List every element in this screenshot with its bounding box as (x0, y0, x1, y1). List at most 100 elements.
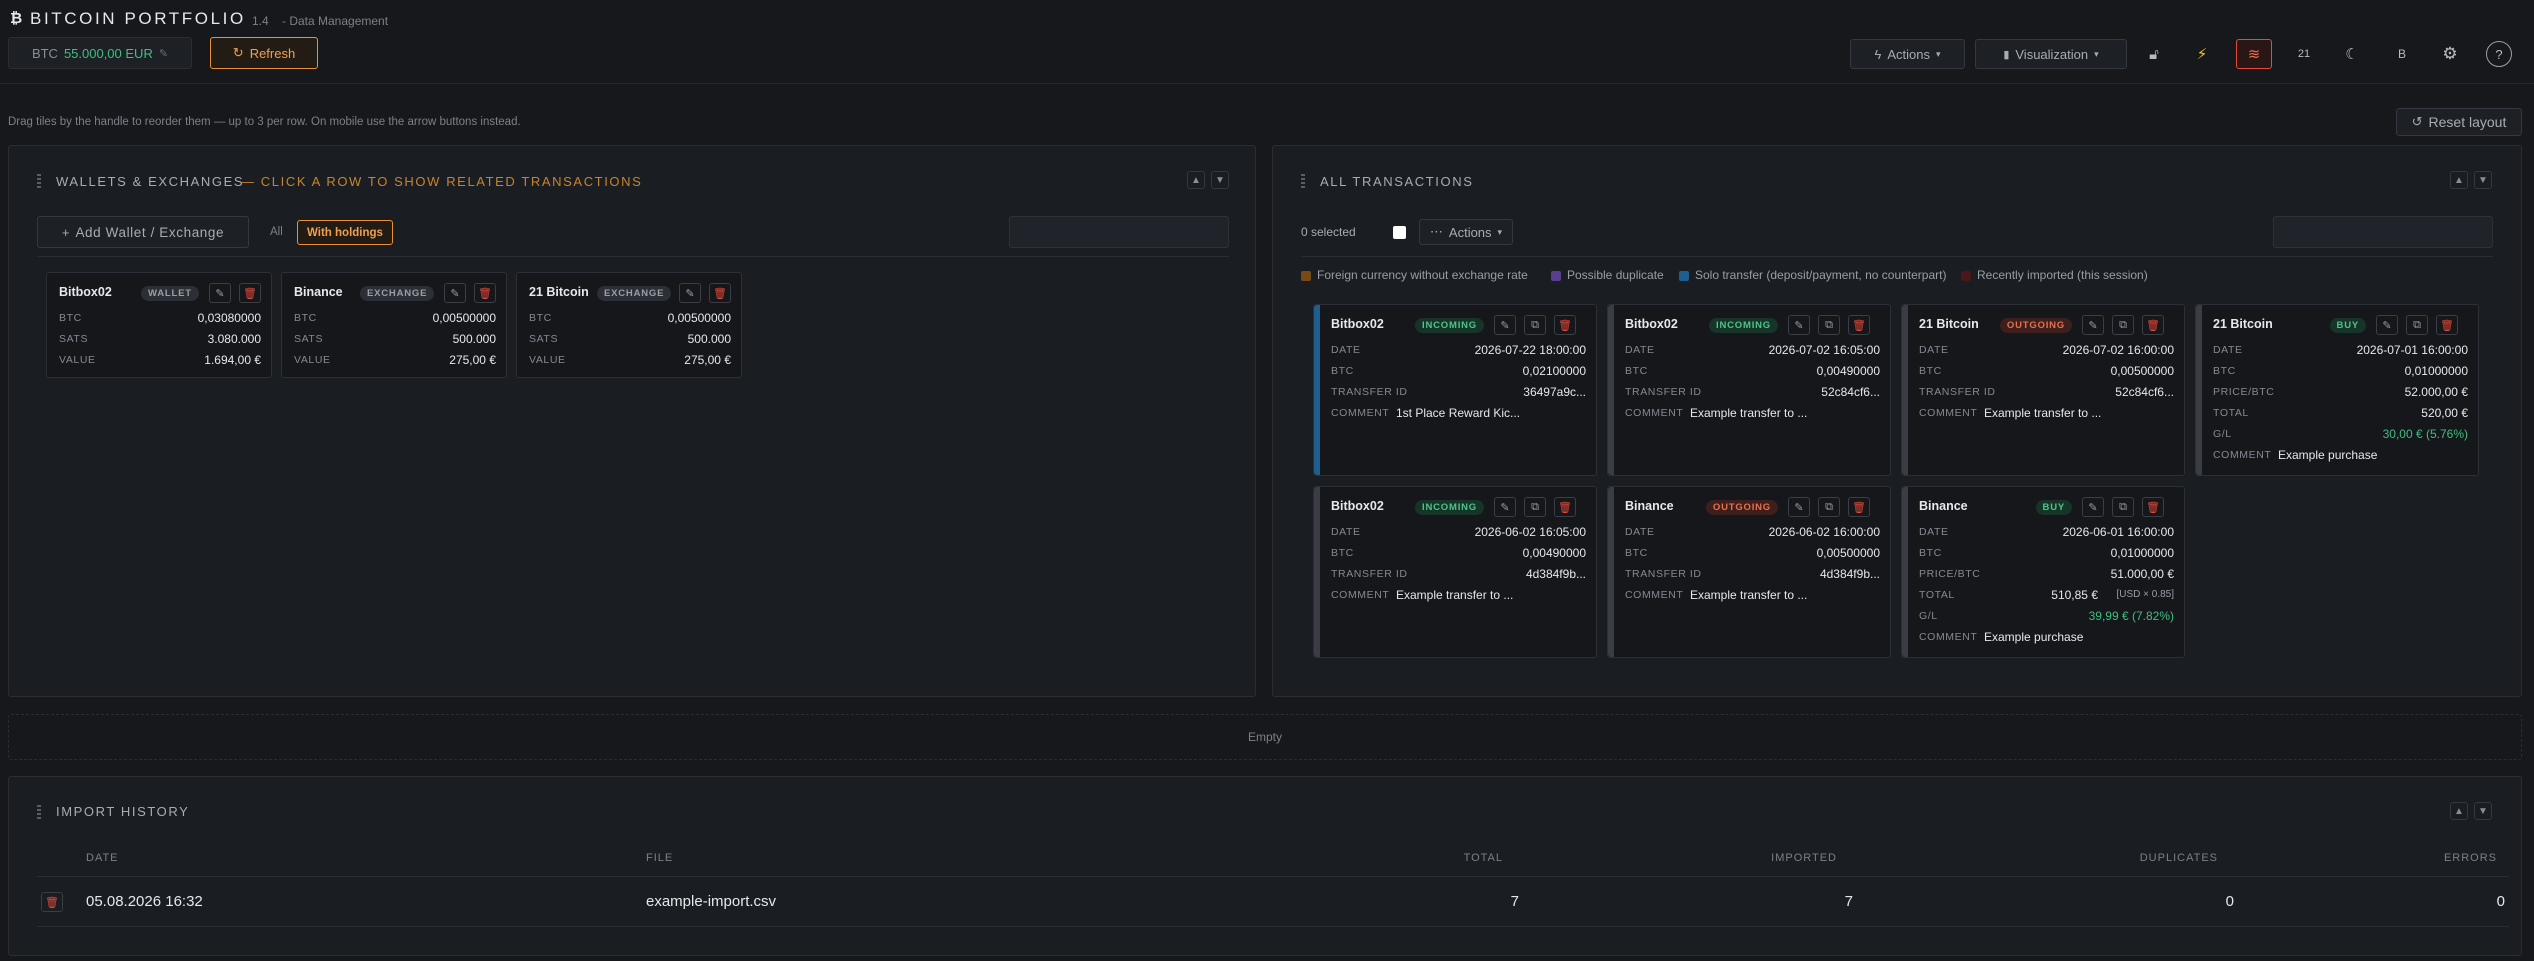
delete-icon[interactable]: 🗑︎ (1848, 497, 1870, 517)
duplicate-icon[interactable]: ⧉ (2112, 497, 2134, 517)
reset-layout-button[interactable]: ↺ Reset layout (2396, 108, 2522, 136)
legend-swatch (1301, 271, 1311, 281)
wallet-field-row: VALUE 275,00 € (294, 353, 496, 369)
btc-price-display[interactable]: BTC 55.000,00 EUR ✎ (8, 37, 192, 69)
wallet-card[interactable]: 21 Bitcoin EXCHANGE ✎ 🗑︎ BTC 0,00500000 SATS 50… (516, 272, 742, 378)
transaction-card[interactable]: Binance BUY ✎ ⧉ 🗑︎ DATE 2026-06-01 16:00:00 BTC… (1901, 486, 2185, 658)
block-height-button[interactable]: 21 (2290, 40, 2318, 68)
visualization-dropdown[interactable]: ▮ Visualization ▾ (1975, 39, 2127, 69)
delete-icon[interactable]: 🗑︎ (474, 283, 496, 303)
duplicate-icon[interactable]: ⧉ (1818, 497, 1840, 517)
transaction-field-row: G/L 30,00 € (5.76%) (2213, 427, 2468, 443)
edit-icon[interactable]: ✎ (209, 283, 231, 303)
header-actions-dropdown[interactable]: ϟ Actions ▾ (1850, 39, 1965, 69)
field-value: 51.000,00 € (2110, 567, 2174, 581)
transactions-actions-label: Actions (1448, 224, 1492, 240)
wifi-off-icon[interactable]: ≋ (2236, 39, 2272, 69)
duplicate-icon[interactable]: ⧉ (2112, 315, 2134, 335)
wallet-card[interactable]: Binance EXCHANGE ✎ 🗑︎ BTC 0,00500000 SATS 500.0… (281, 272, 507, 378)
delete-icon[interactable]: 🗑︎ (239, 283, 261, 303)
transaction-card[interactable]: Bitbox02 INCOMING ✎ ⧉ 🗑︎ DATE 2026-07-22 18:00… (1313, 304, 1597, 476)
transaction-field-row: DATE 2026-07-01 16:00:00 (2213, 343, 2468, 359)
transaction-field-row: DATE 2026-07-02 16:00:00 (1919, 343, 2174, 359)
transaction-card[interactable]: Bitbox02 INCOMING ✎ ⧉ 🗑︎ DATE 2026-07-02 16:05… (1607, 304, 1891, 476)
help-icon[interactable]: ? (2486, 41, 2512, 67)
field-label: VALUE (294, 354, 331, 366)
transaction-field-row: TRANSFER ID 4d384f9b... (1625, 567, 1880, 583)
edit-icon[interactable]: ✎ (1788, 497, 1810, 517)
transactions-search-input[interactable] (2273, 216, 2493, 248)
delete-import-icon[interactable]: 🗑︎ (41, 892, 63, 912)
edit-icon[interactable]: ✎ (1494, 315, 1516, 335)
filter-with-holdings[interactable]: With holdings (297, 220, 393, 245)
transaction-card[interactable]: Binance OUTGOING ✎ ⧉ 🗑︎ DATE 2026-06-02 16:00:… (1607, 486, 1891, 658)
field-value: Example transfer to ... (1690, 406, 1808, 420)
delete-icon[interactable]: 🗑︎ (709, 283, 731, 303)
lock-icon[interactable]: 🔓︎ (2140, 40, 2168, 68)
transaction-field-row: DATE 2026-06-02 16:00:00 (1625, 525, 1880, 541)
field-value: 52c84cf6... (2115, 385, 2174, 399)
delete-icon[interactable]: 🗑︎ (2142, 497, 2164, 517)
visualization-label: Visualization (2015, 46, 2089, 62)
dark-mode-icon[interactable]: ☾ (2338, 40, 2366, 68)
edit-icon[interactable]: ✎ (2082, 315, 2104, 335)
filter-all[interactable]: All (270, 226, 283, 238)
move-down-icon[interactable]: ▼ (2474, 802, 2492, 820)
drag-handle-icon[interactable] (1301, 174, 1305, 188)
field-label: BTC (1919, 547, 1942, 559)
duplicate-icon[interactable]: ⧉ (1524, 315, 1546, 335)
drag-handle-icon[interactable] (37, 805, 41, 819)
edit-icon[interactable]: ✎ (679, 283, 701, 303)
wallet-card[interactable]: Bitbox02 WALLET ✎ 🗑︎ BTC 0,03080000 SATS 3.080.… (46, 272, 272, 378)
settings-gear-icon[interactable]: ⚙ (2436, 40, 2464, 68)
add-wallet-label: Add Wallet / Exchange (75, 224, 225, 240)
transaction-field-row: DATE 2026-06-01 16:00:00 (1919, 525, 2174, 541)
delete-icon[interactable]: 🗑︎ (2436, 315, 2458, 335)
field-value: 510,85 € (2051, 588, 2098, 602)
duplicate-icon[interactable]: ⧉ (1524, 497, 1546, 517)
field-value: Example purchase (1984, 630, 2084, 644)
unit-toggle-button[interactable]: B (2388, 40, 2416, 68)
field-value: 3.080.000 (207, 332, 261, 346)
legend-label: Recently imported (this session) (1977, 268, 2148, 282)
delete-icon[interactable]: 🗑︎ (1554, 497, 1576, 517)
wallet-field-row: SATS 500.000 (294, 332, 496, 348)
field-value: Example transfer to ... (1984, 406, 2102, 420)
import-duplicates: 0 (2225, 893, 2234, 910)
lightning-toggle-icon[interactable]: ⚡︎ (2188, 40, 2216, 68)
delete-icon[interactable]: 🗑︎ (1554, 315, 1576, 335)
move-up-icon[interactable]: ▲ (2450, 802, 2468, 820)
refresh-button[interactable]: ↻ Refresh (210, 37, 318, 69)
card-stripe (1314, 487, 1320, 657)
duplicate-icon[interactable]: ⧉ (1818, 315, 1840, 335)
add-wallet-button[interactable]: + Add Wallet / Exchange (37, 216, 249, 248)
edit-icon[interactable]: ✎ (2376, 315, 2398, 335)
wallets-search-input[interactable] (1009, 216, 1229, 248)
transaction-card[interactable]: Bitbox02 INCOMING ✎ ⧉ 🗑︎ DATE 2026-06-02 16:05… (1313, 486, 1597, 658)
edit-price-icon[interactable]: ✎ (159, 47, 168, 60)
edit-icon[interactable]: ✎ (1788, 315, 1810, 335)
delete-icon[interactable]: 🗑︎ (1848, 315, 1870, 335)
card-stripe (1902, 305, 1908, 475)
edit-icon[interactable]: ✎ (2082, 497, 2104, 517)
duplicate-icon[interactable]: ⧉ (2406, 315, 2428, 335)
select-all-checkbox[interactable] (1393, 226, 1406, 239)
transaction-card[interactable]: 21 Bitcoin OUTGOING ✎ ⧉ 🗑︎ DATE 2026-07-02 16:… (1901, 304, 2185, 476)
move-up-icon[interactable]: ▲ (1187, 171, 1205, 189)
field-label: BTC (1919, 365, 1942, 377)
move-up-icon[interactable]: ▲ (2450, 171, 2468, 189)
drag-handle-icon[interactable] (37, 174, 41, 188)
field-value: 500.000 (452, 332, 496, 346)
edit-icon[interactable]: ✎ (1494, 497, 1516, 517)
move-down-icon[interactable]: ▼ (2474, 171, 2492, 189)
transactions-actions-dropdown[interactable]: ⋯ Actions ▾ (1419, 219, 1513, 245)
edit-icon[interactable]: ✎ (444, 283, 466, 303)
import-imported: 7 (1844, 893, 1853, 910)
transaction-field-row: COMMENT 1st Place Reward Kic... (1331, 406, 1586, 422)
delete-icon[interactable]: 🗑︎ (2142, 315, 2164, 335)
move-down-icon[interactable]: ▼ (1211, 171, 1229, 189)
transaction-field-row: TOTAL [USD × 0.85] 510,85 € (1919, 588, 2174, 604)
wallet-name: Binance (294, 285, 343, 299)
field-label: TRANSFER ID (1331, 386, 1408, 398)
transaction-card[interactable]: 21 Bitcoin BUY ✎ ⧉ 🗑︎ DATE 2026-07-01 16:00:00… (2195, 304, 2479, 476)
